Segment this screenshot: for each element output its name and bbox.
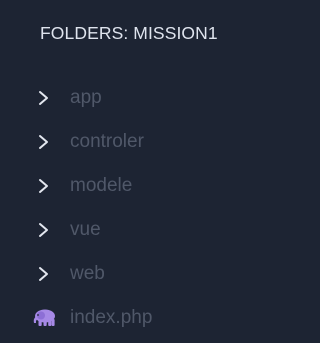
- folder-label: controler: [70, 131, 144, 152]
- chevron-right-icon[interactable]: [37, 134, 51, 150]
- explorer-header: FOLDERS: MISSION1: [40, 23, 218, 43]
- chevron-right-icon[interactable]: [37, 266, 51, 282]
- chevron-right-icon[interactable]: [37, 222, 51, 238]
- folder-label: vue: [70, 219, 101, 240]
- folder-controler[interactable]: controler: [0, 120, 308, 164]
- folder-modele[interactable]: modele: [0, 164, 308, 208]
- file-label: index.php: [70, 307, 153, 328]
- file-index-php[interactable]: index.php: [0, 296, 308, 340]
- folder-explorer-panel: FOLDERS: MISSION1 app controler modele v…: [0, 0, 308, 343]
- folder-label: web: [70, 263, 105, 284]
- php-elephant-icon: [32, 308, 58, 328]
- folder-web[interactable]: web: [0, 252, 308, 296]
- folder-label: modele: [70, 175, 133, 196]
- chevron-right-icon[interactable]: [37, 90, 51, 106]
- file-tree: app controler modele vue web index.php: [0, 76, 308, 340]
- folder-app[interactable]: app: [0, 76, 308, 120]
- chevron-right-icon[interactable]: [37, 178, 51, 194]
- folder-label: app: [70, 87, 102, 108]
- folder-vue[interactable]: vue: [0, 208, 308, 252]
